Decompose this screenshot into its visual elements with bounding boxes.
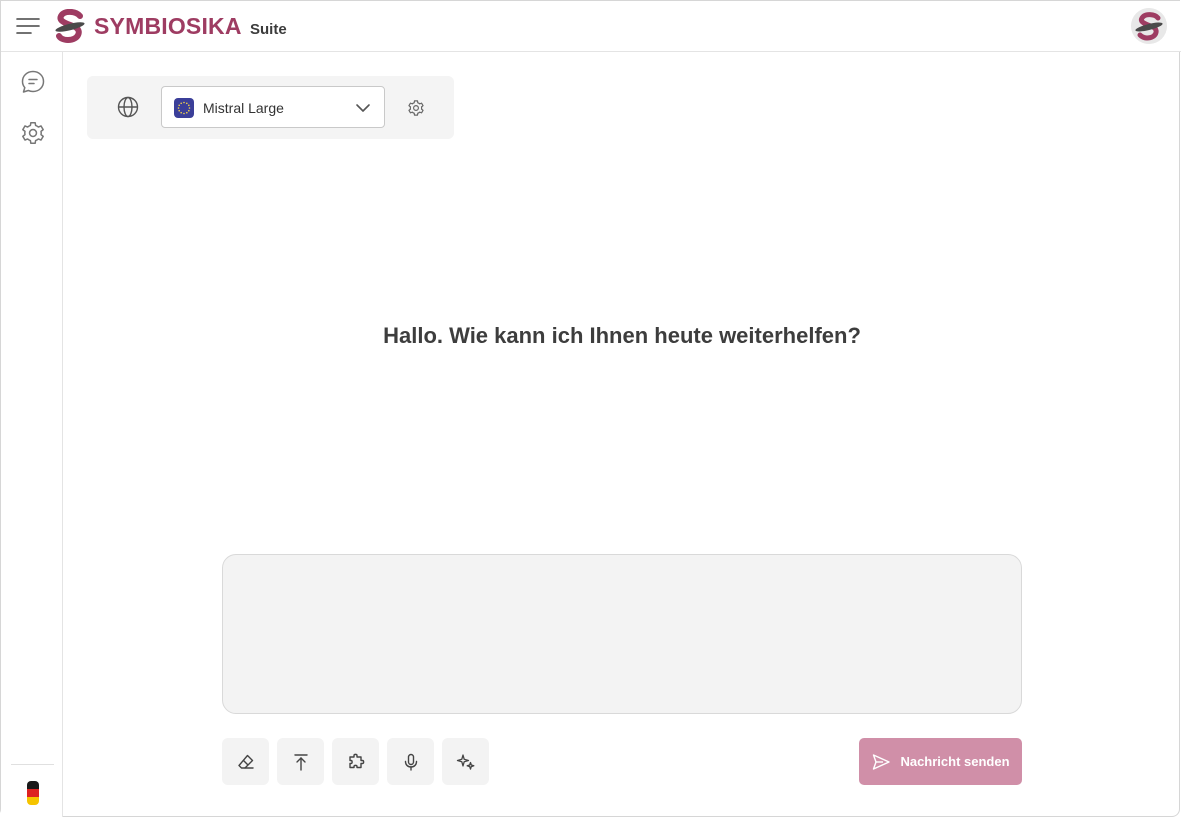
selected-model-label: Mistral Large	[203, 100, 284, 116]
upload-icon[interactable]	[277, 738, 324, 785]
send-button-label: Nachricht senden	[900, 754, 1010, 769]
app-window: SYMBIOSIKA Suite Mistral Large Hallo. Wi…	[0, 0, 1181, 817]
german-flag-icon[interactable]	[27, 781, 39, 805]
send-icon	[871, 752, 891, 772]
greeting-heading: Hallo. Wie kann ich Ihnen heute weiterhe…	[383, 323, 861, 348]
hamburger-menu-icon[interactable]	[15, 13, 41, 39]
brand-suite-label: Suite	[250, 21, 287, 38]
eraser-icon[interactable]	[222, 738, 269, 785]
left-sidebar	[1, 52, 63, 817]
send-message-button[interactable]: Nachricht senden	[859, 738, 1022, 785]
chevron-down-icon	[354, 99, 372, 117]
globe-icon[interactable]	[115, 94, 141, 120]
model-settings-gear-icon[interactable]	[405, 97, 427, 119]
gear-icon[interactable]	[19, 119, 47, 147]
sparkles-icon[interactable]	[442, 738, 489, 785]
brand-name: SYMBIOSIKA	[94, 13, 242, 39]
eu-flag-icon	[174, 98, 194, 118]
puzzle-icon[interactable]	[332, 738, 379, 785]
symbiosika-logo-icon	[54, 9, 86, 43]
user-avatar-icon[interactable]	[1131, 8, 1167, 44]
top-header: SYMBIOSIKA Suite	[1, 1, 1181, 52]
sidebar-divider	[11, 764, 54, 765]
microphone-icon[interactable]	[387, 738, 434, 785]
message-input[interactable]	[222, 554, 1022, 714]
model-select-dropdown[interactable]: Mistral Large	[161, 86, 385, 128]
model-toolbar: Mistral Large	[87, 76, 454, 139]
chat-bubble-icon[interactable]	[19, 68, 47, 96]
